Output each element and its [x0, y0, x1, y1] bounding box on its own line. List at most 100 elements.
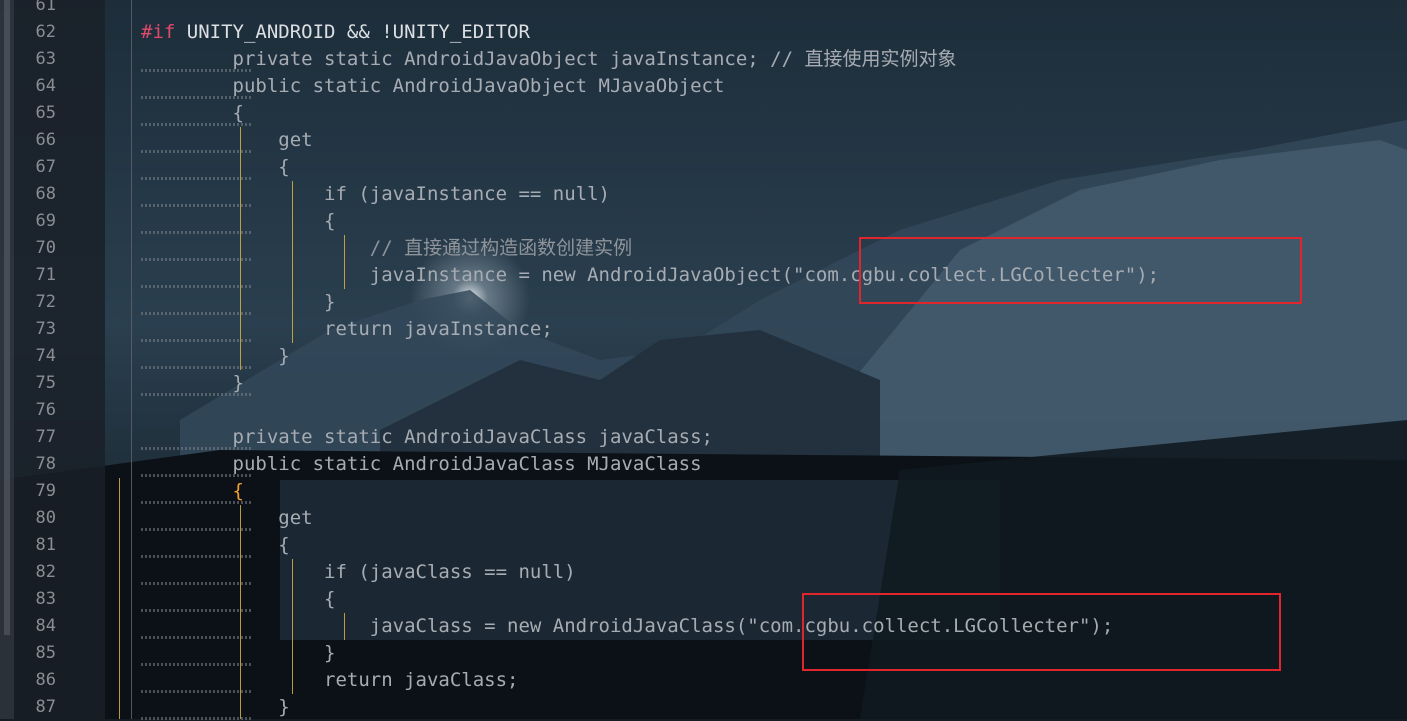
code-line[interactable]: 63 private static AndroidJavaObject java… — [0, 46, 1407, 73]
code-token: private static AndroidJavaObject javaIns… — [141, 48, 957, 70]
line-number: 68 — [35, 184, 56, 204]
line-number: 84 — [35, 616, 56, 636]
line-number: 72 — [35, 292, 56, 312]
indent-guide — [344, 235, 345, 289]
inactive-code-underline — [141, 555, 251, 558]
line-number: 75 — [35, 373, 56, 393]
indent-guide — [240, 505, 241, 719]
inactive-code-underline — [141, 609, 251, 612]
code-token: if (javaClass == null) — [141, 561, 576, 583]
line-number: 77 — [35, 427, 56, 447]
line-number: 82 — [35, 562, 56, 582]
line-number: 80 — [35, 508, 56, 528]
code-line[interactable]: 77 private static AndroidJavaClass javaC… — [0, 424, 1407, 451]
inactive-code-underline — [141, 96, 251, 99]
code-line[interactable]: 75 } — [0, 370, 1407, 397]
line-number: 71 — [35, 265, 56, 285]
inactive-code-underline — [141, 339, 251, 342]
line-number: 64 — [35, 76, 56, 96]
code-token: if (javaInstance == null) — [141, 183, 610, 205]
highlight-box-java-class-class — [802, 593, 1281, 671]
inactive-code-underline — [141, 636, 251, 639]
code-token: // 直接通过构造函数创建实例 — [141, 237, 633, 259]
line-number: 62 — [35, 22, 56, 42]
line-number: 70 — [35, 238, 56, 258]
code-line[interactable]: 66 get — [0, 127, 1407, 154]
code-text: #if UNITY_ANDROID && !UNITY_EDITOR — [141, 19, 530, 46]
inactive-code-underline — [141, 177, 251, 180]
line-number: 83 — [35, 589, 56, 609]
code-line[interactable]: 86 return javaClass; — [0, 667, 1407, 694]
code-token: { — [141, 588, 336, 610]
code-token: get — [141, 507, 313, 529]
code-token: public static AndroidJavaObject MJavaObj… — [141, 75, 725, 97]
code-token: public static AndroidJavaClass MJavaClas… — [141, 453, 702, 475]
inactive-code-underline — [141, 582, 251, 585]
inactive-code-underline — [141, 501, 251, 504]
inactive-code-underline — [141, 393, 251, 396]
inactive-code-underline — [141, 528, 251, 531]
line-number: 65 — [35, 103, 56, 123]
line-number: 78 — [35, 454, 56, 474]
indent-guide — [240, 127, 241, 370]
code-token: #if — [141, 21, 176, 43]
code-token: UNITY_ANDROID && !UNITY_EDITOR — [175, 21, 530, 43]
code-line[interactable]: 68 if (javaInstance == null) — [0, 181, 1407, 208]
code-token: } — [141, 372, 244, 394]
inactive-code-underline — [141, 285, 251, 288]
indent-guide — [131, 0, 132, 719]
code-line[interactable]: 80 get — [0, 505, 1407, 532]
inactive-code-underline — [141, 690, 251, 693]
code-line[interactable]: 69 { — [0, 208, 1407, 235]
code-line[interactable]: 79 { — [0, 478, 1407, 505]
code-line[interactable]: 64 public static AndroidJavaObject MJava… — [0, 73, 1407, 100]
code-token: get — [141, 129, 313, 151]
line-number: 66 — [35, 130, 56, 150]
code-line[interactable]: 74 } — [0, 343, 1407, 370]
line-number: 81 — [35, 535, 56, 555]
code-line[interactable]: 82 if (javaClass == null) — [0, 559, 1407, 586]
inactive-code-underline — [141, 312, 251, 315]
code-line[interactable]: 73 return javaInstance; — [0, 316, 1407, 343]
line-number: 69 — [35, 211, 56, 231]
inactive-code-underline — [141, 231, 251, 234]
line-number: 76 — [35, 400, 56, 420]
line-number: 61 — [35, 0, 56, 15]
code-token: return javaInstance; — [141, 318, 553, 340]
code-token: { — [141, 534, 290, 556]
code-token: } — [141, 696, 290, 718]
code-token: private static AndroidJavaClass javaClas… — [141, 426, 713, 448]
line-number: 74 — [35, 346, 56, 366]
code-line[interactable]: 81 { — [0, 532, 1407, 559]
inactive-code-underline — [141, 204, 251, 207]
highlight-box-java-object-class — [859, 237, 1302, 304]
inactive-code-underline — [141, 366, 251, 369]
indent-guide — [344, 613, 345, 640]
code-line[interactable]: 65 { — [0, 100, 1407, 127]
inactive-code-underline — [141, 123, 251, 126]
code-line[interactable]: 67 { — [0, 154, 1407, 181]
line-number: 63 — [35, 49, 56, 69]
code-line[interactable]: 78 public static AndroidJavaClass MJavaC… — [0, 451, 1407, 478]
code-token: { — [141, 102, 244, 124]
inactive-code-underline — [141, 474, 251, 477]
code-line[interactable]: 61 — [0, 0, 1407, 19]
code-line[interactable]: 76 — [0, 397, 1407, 424]
code-token: { — [141, 480, 244, 502]
code-line[interactable]: 62 #if UNITY_ANDROID && !UNITY_EDITOR — [0, 19, 1407, 46]
inactive-code-underline — [141, 447, 251, 450]
code-line[interactable]: 87 } — [0, 694, 1407, 721]
line-number: 85 — [35, 643, 56, 663]
inactive-code-underline — [141, 258, 251, 261]
line-number: 79 — [35, 481, 56, 501]
indent-guide — [292, 559, 293, 694]
inactive-code-underline — [141, 150, 251, 153]
line-number: 73 — [35, 319, 56, 339]
code-token: { — [141, 210, 336, 232]
indent-guide — [292, 181, 293, 343]
code-token: } — [141, 642, 336, 664]
code-token: { — [141, 156, 290, 178]
line-number: 67 — [35, 157, 56, 177]
code-token: return javaClass; — [141, 669, 519, 691]
inactive-code-underline — [141, 663, 251, 666]
